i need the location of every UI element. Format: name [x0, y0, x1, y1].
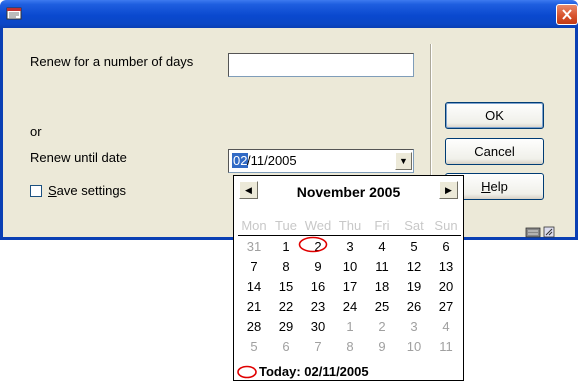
close-button[interactable] — [556, 4, 578, 25]
calendar-day[interactable]: 26 — [398, 298, 430, 316]
calendar-day[interactable]: 17 — [334, 278, 366, 296]
calendar-day[interactable]: 18 — [366, 278, 398, 296]
right-arrow-icon: ▶ — [445, 185, 452, 195]
weekday-header: Sat — [404, 218, 424, 233]
calendar-days-grid: 31 1 2 3 4 5 6 7 8 9 10 11 12 13 14 15 16 17 18 19 20 21 22 23 2… — [238, 238, 461, 358]
weekday-header: Tue — [275, 218, 297, 233]
weekday-header: Mon — [241, 218, 267, 233]
calendar-day[interactable]: 14 — [238, 278, 270, 296]
calendar-day[interactable]: 10 — [334, 258, 366, 276]
calendar-day[interactable]: 9 — [302, 258, 334, 276]
days-input[interactable] — [228, 53, 414, 77]
or-label: or — [30, 124, 42, 139]
keyboard-resize-icon — [525, 226, 555, 238]
calendar-day[interactable]: 3 — [398, 318, 430, 336]
calendar-day[interactable]: 28 — [238, 318, 270, 336]
date-dropdown-button[interactable]: ▼ — [395, 152, 412, 170]
help-label-rest: elp — [490, 179, 508, 194]
weekday-header: Thu — [338, 218, 362, 233]
calendar-day[interactable]: 24 — [334, 298, 366, 316]
next-month-button[interactable]: ▶ — [439, 181, 458, 199]
date-day-segment[interactable]: 02 — [232, 153, 249, 168]
calendar-day[interactable]: 8 — [334, 338, 366, 356]
save-settings-checkbox[interactable] — [30, 185, 42, 197]
calendar-day[interactable]: 25 — [366, 298, 398, 316]
today-link[interactable]: Today: 02/11/2005 — [259, 364, 369, 380]
today-marker-small-icon — [237, 365, 257, 379]
calendar-day[interactable]: 2 — [366, 318, 398, 336]
weekday-header: Wed — [304, 218, 332, 233]
calendar-day[interactable]: 10 — [398, 338, 430, 356]
save-mnemonic: S — [48, 183, 57, 198]
calendar-day[interactable]: 11 — [366, 258, 398, 276]
calendar-day[interactable]: 16 — [302, 278, 334, 296]
days-label: Renew for a number of days — [30, 54, 194, 69]
calendar-day[interactable]: 9 — [366, 338, 398, 356]
calendar-day[interactable]: 3 — [334, 238, 366, 256]
calendar-day[interactable]: 21 — [238, 298, 270, 316]
calendar-day[interactable]: 20 — [430, 278, 462, 296]
ok-button[interactable]: OK — [445, 102, 544, 129]
calendar-day[interactable]: 7 — [302, 338, 334, 356]
save-label-rest: ave settings — [56, 183, 127, 198]
date-rest-text: /11/2005 — [247, 153, 297, 168]
calendar-day[interactable]: 7 — [238, 258, 270, 276]
calendar-day[interactable]: 12 — [398, 258, 430, 276]
weekday-divider — [238, 235, 461, 236]
calendar-month-title: November 2005 — [296, 184, 401, 200]
until-date-label: Renew until date — [30, 150, 127, 165]
calendar-day[interactable]: 15 — [270, 278, 302, 296]
calendar-day[interactable]: 4 — [366, 238, 398, 256]
calendar-day[interactable]: 27 — [430, 298, 462, 316]
calendar-day[interactable]: 13 — [430, 258, 462, 276]
weekday-header: Sun — [434, 218, 458, 233]
calendar-day[interactable]: 5 — [398, 238, 430, 256]
today-marker-icon — [298, 236, 328, 253]
calendar-day[interactable]: 1 — [334, 318, 366, 336]
calendar-day[interactable]: 6 — [430, 238, 462, 256]
weekday-header-row: Mon Tue Wed Thu Fri Sat Sun — [238, 218, 461, 234]
calendar-day[interactable]: 6 — [270, 338, 302, 356]
calendar-day[interactable]: 8 — [270, 258, 302, 276]
chevron-down-icon: ▼ — [399, 156, 408, 166]
weekday-header: Fri — [374, 218, 390, 233]
save-settings-label[interactable]: Save settings — [48, 183, 126, 198]
calendar-popup: ◀ November 2005 ▶ Mon Tue Wed Thu Fri Sat Sun … — [233, 175, 464, 381]
app-icon — [6, 7, 22, 20]
calendar-day[interactable]: 31 — [238, 238, 270, 256]
calendar-day[interactable]: 29 — [270, 318, 302, 336]
calendar-day[interactable]: 11 — [430, 338, 462, 356]
calendar-day[interactable]: 30 — [302, 318, 334, 336]
date-picker-field[interactable]: 02 /11/2005 ▼ — [228, 149, 414, 173]
title-bar — [0, 0, 578, 28]
close-icon — [562, 9, 572, 20]
calendar-day[interactable]: 19 — [398, 278, 430, 296]
help-mnemonic: H — [481, 179, 491, 194]
cancel-button[interactable]: Cancel — [445, 138, 544, 165]
calendar-day[interactable]: 5 — [238, 338, 270, 356]
calendar-day[interactable]: 4 — [430, 318, 462, 336]
calendar-day[interactable]: 22 — [270, 298, 302, 316]
calendar-day[interactable]: 23 — [302, 298, 334, 316]
